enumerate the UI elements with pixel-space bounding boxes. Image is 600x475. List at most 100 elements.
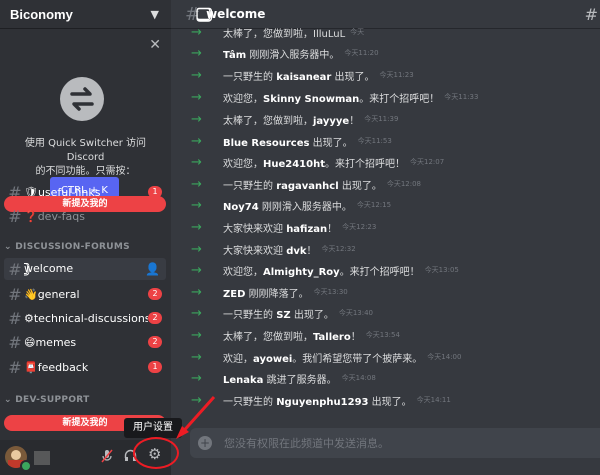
channel-name: ❓dev-faqs	[24, 209, 85, 223]
sidebar: Biconomy ▼ ✕ 使用 Quick Switcher 访问 Discor…	[0, 0, 171, 475]
timestamp: 今天14:00	[427, 353, 462, 361]
channel-memes[interactable]: # 😄memes 2	[4, 331, 166, 353]
timestamp: 今天14:11	[416, 396, 451, 404]
message-suffix: IlluLuL	[313, 28, 346, 40]
quick-switcher-popup: ✕ 使用 Quick Switcher 访问 Discord 的不同功能。只需按…	[0, 29, 171, 203]
blurred-username	[34, 451, 50, 465]
popup-hint-text: 使用 Quick Switcher 访问 Discord 的不同功能。只需按：	[6, 137, 165, 179]
channel-dev-faqs[interactable]: # ❓dev-faqs	[4, 205, 166, 227]
username[interactable]: Skinny Snowman	[263, 94, 359, 105]
username[interactable]: kaisanear	[276, 72, 331, 83]
timestamp: 今天12:08	[386, 180, 422, 188]
timestamp: 今天12:15	[356, 201, 392, 209]
message-suffix: ！	[327, 223, 338, 235]
hash-icon: #	[8, 206, 22, 226]
username[interactable]: ayowei	[253, 354, 292, 365]
message-suffix: 。我们希望您带了个披萨来。	[292, 353, 423, 365]
timestamp: 今天11:33	[444, 93, 479, 101]
timestamp: 今天13:40	[338, 309, 374, 317]
channel-technical-discussions[interactable]: # ⚙technical-discussions 2	[4, 307, 166, 329]
message-prefix: 一只野生的	[223, 396, 277, 408]
server-header[interactable]: Biconomy ▼	[0, 0, 171, 28]
category-label: DEV-SUPPORT	[15, 395, 90, 405]
join-arrow-icon: →	[191, 89, 202, 105]
message-suffix: 出现了。	[309, 137, 353, 149]
username[interactable]: Nguyenphu1293	[276, 397, 368, 408]
channel-name: ⃣welcome	[24, 262, 74, 275]
server-name: Biconomy	[10, 6, 73, 22]
username[interactable]: jayyye	[313, 116, 349, 127]
username[interactable]: Tâm	[223, 50, 246, 61]
username[interactable]: Blue Resources	[223, 138, 309, 149]
message-prefix: 一只野生的	[223, 71, 277, 83]
input-placeholder: 您没有权限在此频道中发送消息。	[224, 437, 389, 450]
message-text: 一只野生的 Nguyenphu1293 出现了。	[223, 393, 412, 408]
join-arrow-icon: →	[191, 197, 202, 213]
mention-badge: 2	[148, 312, 162, 324]
hash-icon: #	[8, 308, 22, 328]
username[interactable]: hafizan	[286, 224, 327, 235]
message-text: 太棒了，您做到啦，IlluLuL	[223, 25, 345, 40]
close-icon[interactable]: ✕	[149, 37, 161, 53]
message-suffix: ！	[350, 331, 361, 343]
add-attachment-icon[interactable]: +	[198, 436, 212, 450]
username[interactable]: ZED	[223, 289, 245, 300]
message-suffix: 出现了。	[368, 396, 412, 408]
message-text: 大家快来欢迎 hafizan！	[223, 220, 337, 235]
timestamp: 今天11:20	[344, 49, 379, 57]
channel-name: ⚙technical-discussions	[24, 311, 148, 325]
message-text: Blue Resources 出现了。	[223, 134, 353, 149]
hash-icon: #	[8, 332, 22, 352]
mute-microphone-icon[interactable]	[101, 449, 113, 466]
timestamp: 今天13:54	[365, 331, 400, 339]
message-suffix: ！	[306, 245, 317, 257]
message-text: 太棒了，您做到啦，jayyye！	[223, 112, 359, 127]
message-row: → 大家快来欢迎 hafizan！ 今天12:23	[171, 218, 600, 236]
join-arrow-icon: →	[191, 111, 202, 127]
message-suffix: 。来打个招呼吧！	[359, 93, 440, 105]
add-member-icon[interactable]: 👤	[145, 262, 160, 276]
message-input[interactable]: + 您没有权限在此频道中发送消息。	[190, 428, 600, 458]
channel-welcome[interactable]: # ⃣welcome 👤	[4, 258, 166, 280]
message-row: → 欢迎您，Hue2410ht。来打个招呼吧！ 今天12:07	[171, 153, 600, 171]
message-prefix: 太棒了，您做到啦，	[223, 28, 313, 40]
channel-title: ⃣welcome	[206, 6, 266, 21]
message-prefix: 太棒了，您做到啦，	[223, 331, 313, 343]
channel-feedback[interactable]: # 📮feedback 1	[4, 356, 166, 378]
username[interactable]: Almighty_Roy	[263, 267, 340, 278]
message-suffix: ！	[349, 115, 360, 127]
channel-general[interactable]: # 👋general 2	[4, 283, 166, 305]
join-arrow-icon: →	[191, 154, 202, 170]
message-suffix: 。来打个招呼吧！	[325, 158, 406, 170]
join-arrow-icon: →	[191, 349, 202, 365]
message-row: → Lenaka 跳进了服务器。 今天14:08	[171, 369, 600, 387]
username[interactable]: Lenaka	[223, 375, 263, 386]
message-text: 一只野生的 SZ 出现了。	[223, 306, 334, 321]
message-text: 欢迎您，Hue2410ht。来打个招呼吧！	[223, 155, 405, 170]
username[interactable]: SZ	[276, 310, 290, 321]
category-discussion-forums[interactable]: ⌄ DISCUSSION-FORUMS	[4, 242, 130, 252]
message-row: → 一只野生的 SZ 出现了。 今天13:40	[171, 304, 600, 322]
join-arrow-icon: →	[191, 176, 202, 192]
username[interactable]: Noy74	[223, 202, 259, 213]
join-arrow-icon: →	[191, 24, 202, 40]
mention-badge: 1	[148, 361, 162, 373]
join-arrow-icon: →	[191, 284, 202, 300]
timestamp: 今天12:07	[410, 158, 445, 166]
message-text: 欢迎，ayowei。我们希望您带了个披萨来。	[223, 350, 422, 365]
message-row: → Tâm 刚刚滑入服务器中。 今天11:20	[171, 44, 600, 62]
message-prefix: 欢迎您，	[223, 93, 263, 105]
join-arrow-icon: →	[191, 241, 202, 257]
message-prefix: 一只野生的	[223, 309, 277, 321]
chevron-down-icon[interactable]: ▼	[151, 8, 159, 21]
username[interactable]: ragavanhcl	[276, 181, 338, 192]
message-suffix: 跳进了服务器。	[263, 374, 337, 386]
category-dev-support[interactable]: ⌄ DEV-SUPPORT	[4, 395, 90, 405]
username[interactable]: Hue2410ht	[263, 159, 325, 170]
threads-icon[interactable]: #	[585, 5, 598, 24]
username[interactable]: dvk	[286, 246, 306, 257]
username[interactable]: Tallero	[313, 332, 351, 343]
timestamp: 今天12:32	[321, 245, 356, 253]
message-suffix: 刚刚滑入服务器中。	[258, 201, 352, 213]
join-arrow-icon: →	[191, 392, 202, 408]
